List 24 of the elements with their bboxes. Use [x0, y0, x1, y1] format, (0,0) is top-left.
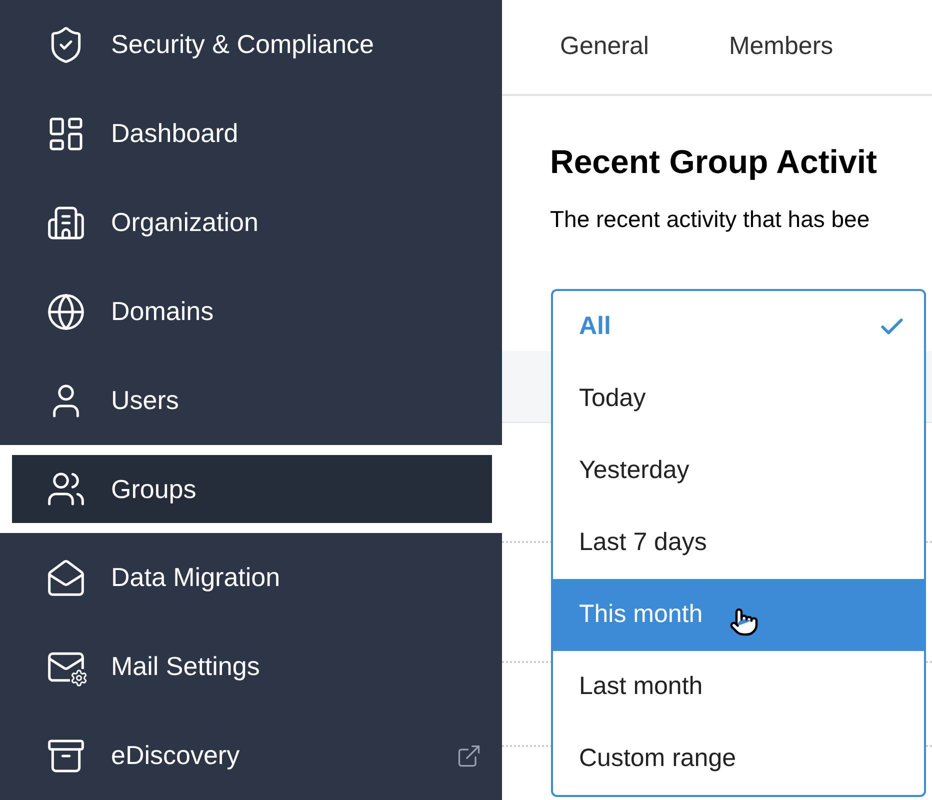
sidebar-item[interactable]: Data Migration [0, 533, 502, 622]
sidebar-item[interactable]: Dashboard [0, 89, 502, 178]
section-title: Recent Group Activit [549, 142, 878, 182]
tab[interactable]: Members [728, 28, 834, 66]
sidebar-item[interactable]: Domains [0, 267, 502, 356]
dropdown-option[interactable]: Custom range [553, 723, 924, 795]
sidebar-item[interactable]: Security & Compliance [0, 0, 502, 89]
sidebar-item[interactable]: Groups [12, 455, 492, 523]
section-description: The recent activity that has bee [549, 205, 871, 234]
dropdown-option[interactable]: This month [553, 579, 924, 651]
dropdown-option[interactable]: Today [553, 363, 924, 435]
dropdown-option[interactable]: Last month [553, 651, 924, 723]
dropdown-option[interactable]: Last 7 days [553, 507, 924, 579]
sidebar-item[interactable]: Mail Settings [0, 622, 502, 711]
sidebar-item[interactable]: Organization [0, 178, 502, 267]
sidebar-item[interactable]: eDiscovery [0, 711, 502, 800]
tab[interactable]: General [560, 28, 649, 66]
sidebar-item[interactable]: Users [0, 356, 502, 445]
globe-icon [46, 292, 86, 332]
envelope-icon [46, 558, 86, 598]
external-link-icon[interactable] [456, 742, 482, 768]
hand-cursor-icon [728, 607, 759, 637]
dropdown-option[interactable]: All [553, 291, 924, 363]
dropdown-option[interactable]: Yesterday [553, 435, 924, 507]
